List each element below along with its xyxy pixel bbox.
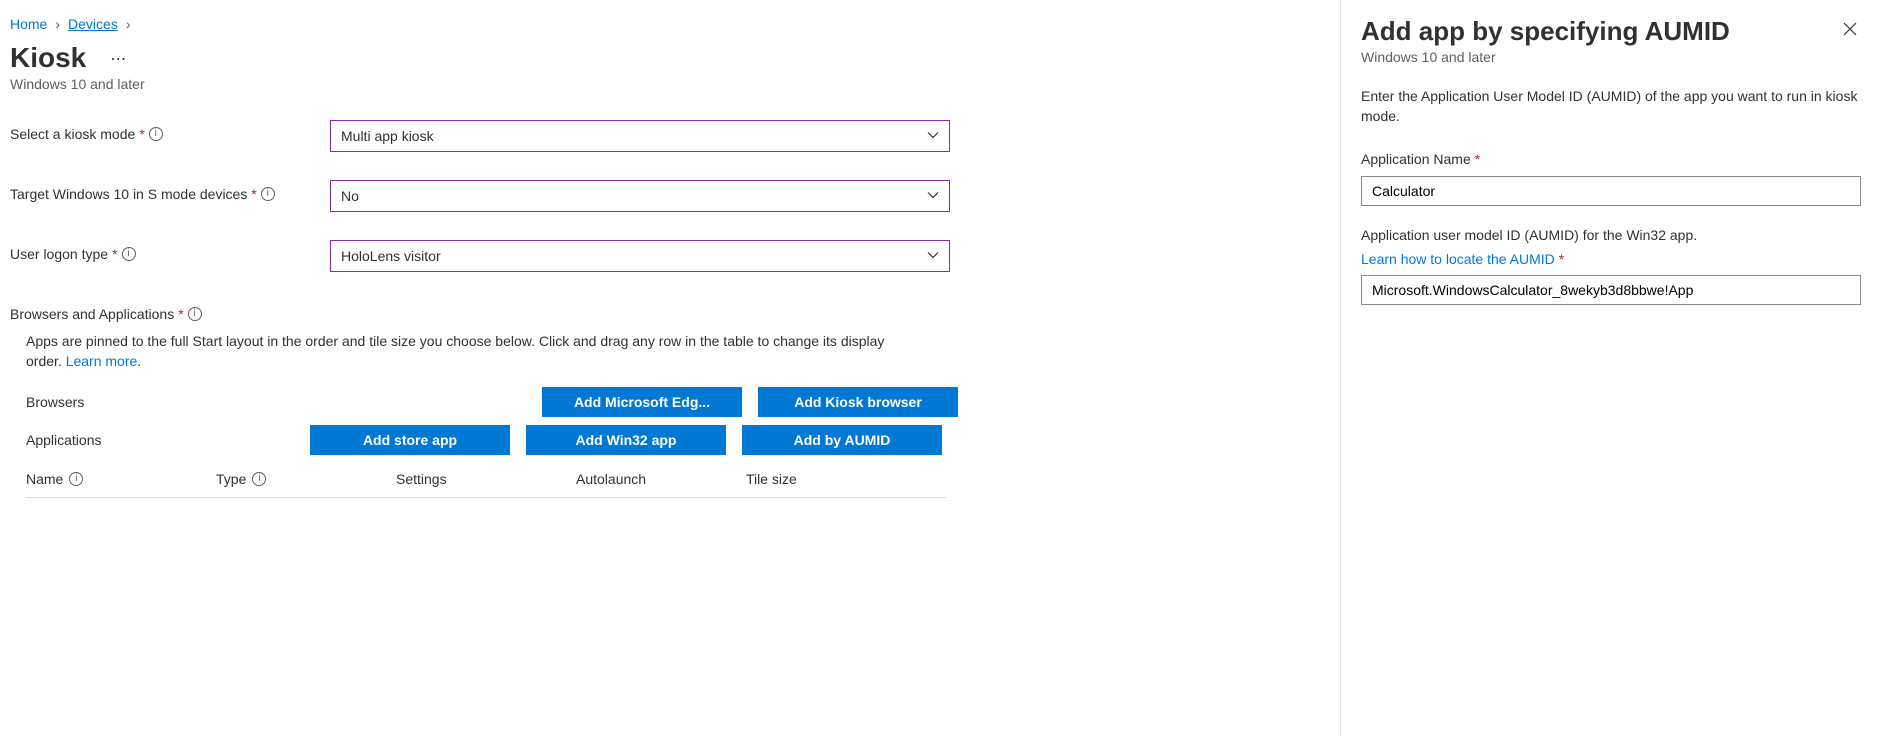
apps-table-header: Name i Type i Settings Autolaunch Tile s… — [26, 471, 946, 498]
kiosk-mode-label: Select a kiosk mode — [10, 126, 135, 142]
add-kiosk-browser-button[interactable]: Add Kiosk browser — [758, 387, 958, 417]
breadcrumb: Home › Devices › — [10, 16, 1330, 32]
page-subtitle: Windows 10 and later — [10, 76, 1330, 92]
info-icon[interactable]: i — [149, 127, 163, 141]
required-asterisk: * — [112, 246, 117, 262]
browsers-label: Browsers — [26, 394, 310, 410]
info-icon[interactable]: i — [252, 472, 266, 486]
col-settings: Settings — [396, 471, 447, 487]
required-asterisk: * — [1559, 250, 1564, 270]
main-pane: Home › Devices › Kiosk ⋯ Windows 10 and … — [0, 0, 1341, 736]
panel-description: Enter the Application User Model ID (AUM… — [1361, 87, 1861, 126]
more-icon[interactable]: ⋯ — [106, 49, 130, 69]
panel-subtitle: Windows 10 and later — [1361, 49, 1730, 65]
side-panel: Add app by specifying AUMID Windows 10 a… — [1341, 0, 1881, 736]
breadcrumb-home[interactable]: Home — [10, 16, 47, 32]
close-icon[interactable] — [1839, 16, 1861, 45]
s-mode-label: Target Windows 10 in S mode devices — [10, 186, 247, 202]
add-edge-button[interactable]: Add Microsoft Edg... — [542, 387, 742, 417]
applications-label: Applications — [26, 432, 310, 448]
app-name-label: Application Name — [1361, 150, 1471, 170]
spacer — [310, 387, 510, 417]
chevron-down-icon — [927, 248, 939, 264]
info-icon[interactable]: i — [122, 247, 136, 261]
col-type: Type — [216, 471, 246, 487]
chevron-right-icon: › — [55, 16, 60, 32]
logon-value: HoloLens visitor — [341, 248, 441, 264]
aumid-learn-link[interactable]: Learn how to locate the AUMID — [1361, 250, 1555, 270]
kiosk-mode-select[interactable]: Multi app kiosk — [330, 120, 950, 152]
info-icon[interactable]: i — [69, 472, 83, 486]
apps-section-label: Browsers and Applications — [10, 306, 174, 322]
info-icon[interactable]: i — [188, 307, 202, 321]
chevron-down-icon — [927, 128, 939, 144]
col-tilesize: Tile size — [746, 471, 797, 487]
learn-more-link[interactable]: Learn more — [66, 353, 138, 369]
required-asterisk: * — [178, 306, 183, 322]
chevron-right-icon: › — [126, 16, 131, 32]
s-mode-value: No — [341, 188, 359, 204]
add-store-app-button[interactable]: Add store app — [310, 425, 510, 455]
required-asterisk: * — [251, 186, 256, 202]
aumid-label: Application user model ID (AUMID) for th… — [1361, 226, 1697, 246]
col-autolaunch: Autolaunch — [576, 471, 646, 487]
app-name-input[interactable] — [1361, 176, 1861, 206]
s-mode-select[interactable]: No — [330, 180, 950, 212]
required-asterisk: * — [139, 126, 144, 142]
info-icon[interactable]: i — [261, 187, 275, 201]
add-win32-app-button[interactable]: Add Win32 app — [526, 425, 726, 455]
add-by-aumid-button[interactable]: Add by AUMID — [742, 425, 942, 455]
chevron-down-icon — [927, 188, 939, 204]
apps-help-text: Apps are pinned to the full Start layout… — [26, 332, 906, 371]
apps-help-prefix: Apps are pinned to the full Start layout… — [26, 333, 884, 369]
col-name: Name — [26, 471, 63, 487]
panel-title: Add app by specifying AUMID — [1361, 16, 1730, 47]
logon-select[interactable]: HoloLens visitor — [330, 240, 950, 272]
aumid-input[interactable] — [1361, 275, 1861, 305]
kiosk-mode-value: Multi app kiosk — [341, 128, 434, 144]
page-title: Kiosk — [10, 42, 86, 74]
required-asterisk: * — [1475, 150, 1480, 170]
breadcrumb-devices[interactable]: Devices — [68, 16, 118, 32]
logon-label: User logon type — [10, 246, 108, 262]
